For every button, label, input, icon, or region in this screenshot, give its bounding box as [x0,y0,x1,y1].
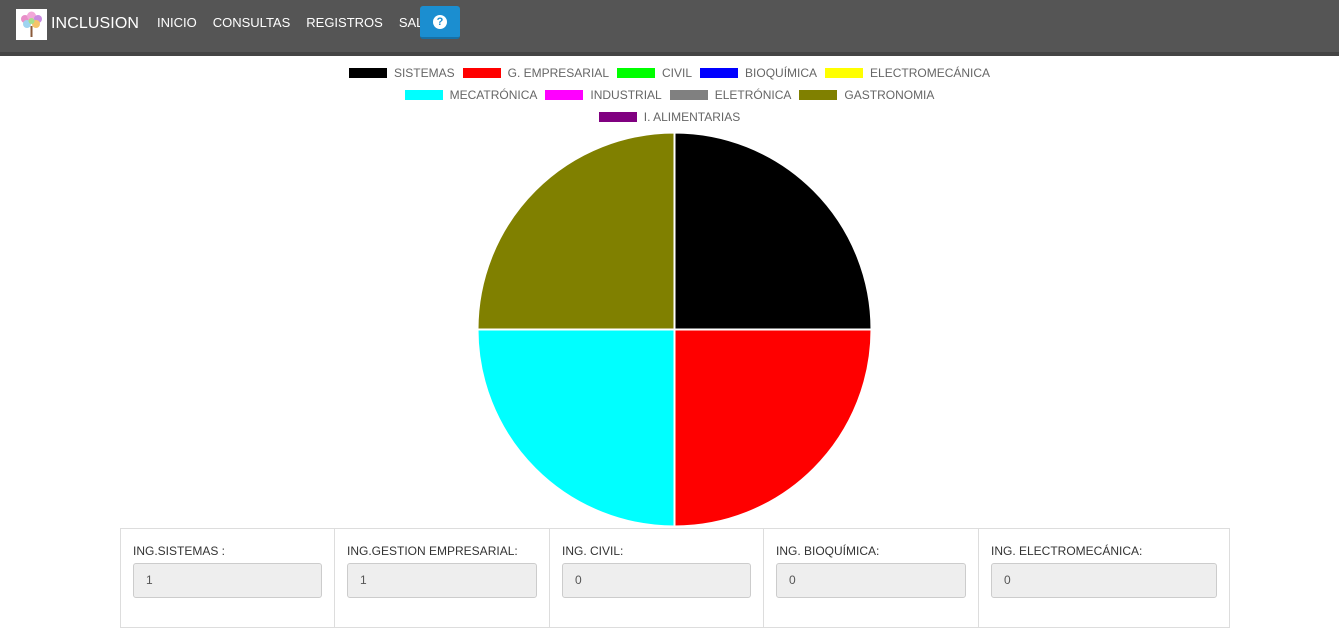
field-electromecanica: ING. ELECTROMECÁNICA: 0 [979,529,1229,627]
field-label: ING.GESTION EMPRESARIAL: [347,544,518,558]
field-sistemas: ING.SISTEMAS : 1 [121,529,335,627]
bioquimica-count-input[interactable]: 0 [776,563,966,598]
electromecanica-count-input[interactable]: 0 [991,563,1217,598]
pie-slice-sistemas[interactable] [673,131,873,331]
pie-slice-g-empresarial[interactable] [673,328,873,528]
gestion-empresarial-count-input[interactable]: 1 [347,563,537,598]
field-bioquimica: ING. BIOQUÍMICA: 0 [764,529,979,627]
civil-count-input[interactable]: 0 [562,563,751,598]
pie-slice-mecatr-nica[interactable] [476,328,676,528]
field-civil: ING. CIVIL: 0 [550,529,764,627]
pie-slice-gastronomia[interactable] [476,131,676,331]
field-gestion-empresarial: ING.GESTION EMPRESARIAL: 1 [335,529,550,627]
field-label: ING. BIOQUÍMICA: [776,544,880,558]
sistemas-count-input[interactable]: 1 [133,563,322,598]
field-label: ING. CIVIL: [562,544,624,558]
pie-chart [476,131,873,528]
field-label: ING.SISTEMAS : [133,544,226,558]
counts-panel: ING.SISTEMAS : 1 ING.GESTION EMPRESARIAL… [120,528,1230,628]
field-label: ING. ELECTROMECÁNICA: [991,544,1143,558]
